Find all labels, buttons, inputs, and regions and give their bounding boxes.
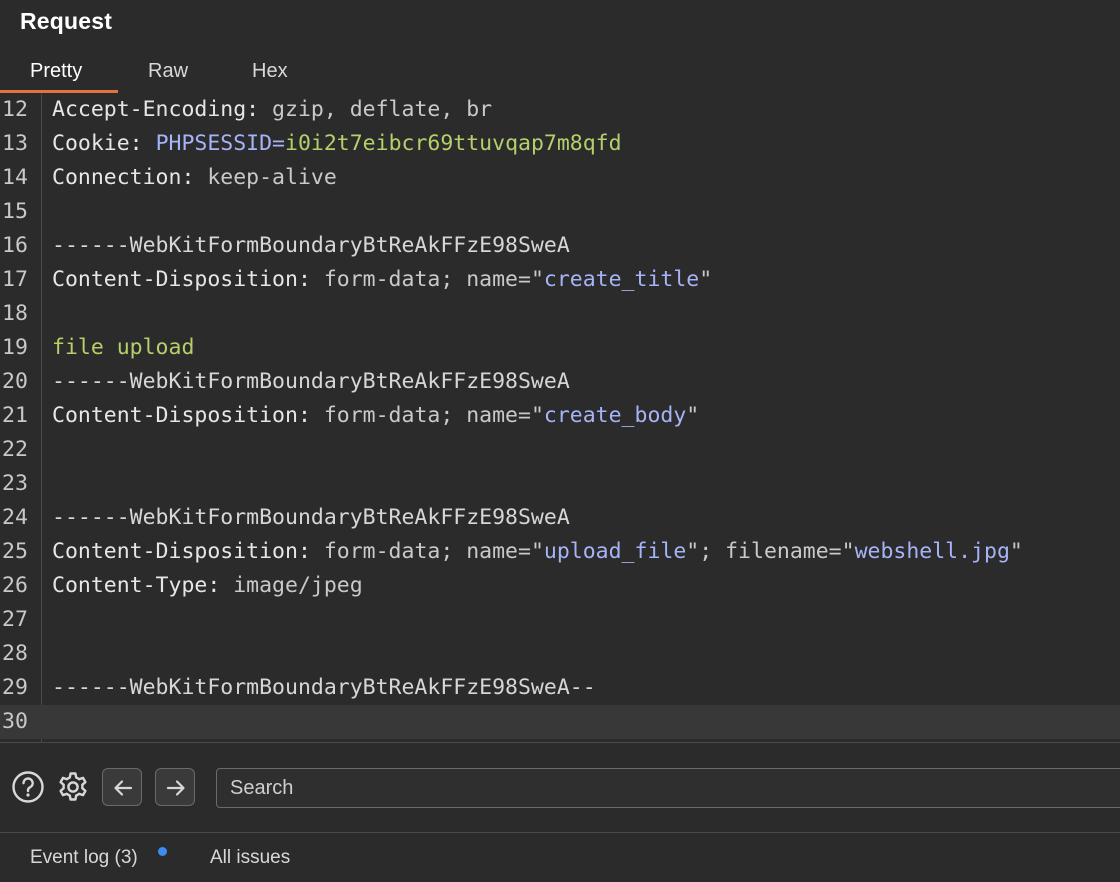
code-line[interactable]: 27	[0, 603, 1120, 637]
question-circle-icon[interactable]	[11, 770, 45, 804]
code-token: create_title	[543, 267, 700, 292]
line-number: 27	[2, 607, 28, 632]
line-number: 26	[2, 573, 28, 598]
code-line[interactable]: 16 ------WebKitFormBoundaryBtReAkFFzE98Sw…	[0, 229, 1120, 263]
notification-dot	[158, 847, 167, 856]
arrow-left-icon	[114, 780, 133, 796]
line-number: 14	[2, 165, 28, 190]
code-token: gzip, deflate, br	[259, 97, 493, 122]
line-number: 21	[2, 403, 28, 428]
line-number: 15	[2, 199, 28, 224]
code-token: Accept-Encoding:	[52, 97, 260, 122]
code-line[interactable]: 25 Content-Disposition: form-data; name="…	[0, 535, 1120, 569]
line-content: ------WebKitFormBoundaryBtReAkFFzE98SweA	[52, 501, 570, 535]
line-content: Content-Type: image/jpeg	[52, 569, 363, 603]
line-content: Content-Disposition: form-data; name="cr…	[52, 399, 699, 433]
code-token: "	[699, 267, 713, 292]
code-line[interactable]: 15	[0, 195, 1120, 229]
line-content: Accept-Encoding: gzip, deflate, br	[52, 94, 492, 127]
code-token: form-data; name="	[310, 403, 544, 428]
code-token: Cookie:	[52, 131, 143, 156]
search-input[interactable]	[216, 768, 1120, 808]
code-line[interactable]: 22	[0, 433, 1120, 467]
code-token: "	[686, 403, 700, 428]
arrow-right-icon	[166, 780, 185, 796]
tab-pretty[interactable]: Pretty	[30, 50, 82, 92]
line-content: ------WebKitFormBoundaryBtReAkFFzE98SweA…	[52, 671, 596, 705]
code-line[interactable]: 26 Content-Type: image/jpeg	[0, 569, 1120, 603]
panel-title: Request	[20, 8, 113, 34]
code-token: Content-Disposition:	[52, 267, 311, 292]
code-line[interactable]: 18	[0, 297, 1120, 331]
line-content: file upload	[52, 331, 194, 365]
line-number: 22	[2, 437, 28, 462]
code-token: form-data; name="	[310, 539, 544, 564]
line-number: 24	[2, 505, 28, 530]
code-line[interactable]: 14 Connection: keep-alive	[0, 161, 1120, 195]
code-token: ------WebKitFormBoundaryBtReAkFFzE98SweA	[52, 369, 570, 394]
code-token: Content-Disposition:	[52, 403, 311, 428]
line-number: 29	[2, 675, 28, 700]
line-content: Content-Disposition: form-data; name="cr…	[52, 263, 712, 297]
code-token: PHPSESSID=	[155, 131, 286, 156]
line-number: 13	[2, 131, 28, 156]
line-number: 25	[2, 539, 28, 564]
code-token: Content-Type:	[52, 573, 221, 598]
line-content: ------WebKitFormBoundaryBtReAkFFzE98SweA	[52, 365, 570, 399]
code-token: i0i2t7eibcr69ttuvqap7m8qfd	[285, 131, 622, 156]
tab-raw[interactable]: Raw	[148, 50, 188, 92]
code-token: create_body	[543, 403, 687, 428]
code-token: file upload	[52, 335, 195, 360]
line-number: 20	[2, 369, 28, 394]
code-token: "	[1009, 539, 1023, 564]
line-number: 30	[2, 709, 28, 734]
back-button[interactable]	[102, 768, 142, 806]
line-content: Content-Disposition: form-data; name="up…	[52, 535, 1023, 569]
code-line[interactable]: 17 Content-Disposition: form-data; name="…	[0, 263, 1120, 297]
code-line[interactable]: 21 Content-Disposition: form-data; name="…	[0, 399, 1120, 433]
line-number: 23	[2, 471, 28, 496]
code-line[interactable]: 20 ------WebKitFormBoundaryBtReAkFFzE98Sw…	[0, 365, 1120, 399]
code-token: keep-alive	[194, 165, 337, 190]
all-issues-link[interactable]: All issues	[210, 847, 290, 869]
code-line[interactable]: 24 ------WebKitFormBoundaryBtReAkFFzE98Sw…	[0, 501, 1120, 535]
line-number: 12	[2, 97, 28, 122]
code-token: Content-Disposition:	[52, 539, 311, 564]
code-token: "; filename="	[686, 539, 855, 564]
line-number: 28	[2, 641, 28, 666]
code-token: image/jpeg	[220, 573, 363, 598]
status-bar: Event log (3) All issues	[0, 832, 1120, 882]
line-number: 19	[2, 335, 28, 360]
tab-bar: Pretty Raw Hex	[0, 50, 1120, 95]
line-number: 18	[2, 301, 28, 326]
active-tab-indicator	[0, 90, 118, 93]
line-content: Connection: keep-alive	[52, 161, 337, 195]
event-log-link[interactable]: Event log (3)	[30, 847, 138, 869]
bottom-toolbar	[0, 742, 1120, 833]
code-token: ------WebKitFormBoundaryBtReAkFFzE98SweA	[52, 505, 570, 530]
code-token: Connection:	[52, 165, 195, 190]
code-line[interactable]: 12 Accept-Encoding: gzip, deflate, br	[0, 94, 1120, 127]
message-editor[interactable]: 12 Accept-Encoding: gzip, deflate, br 13 Co…	[0, 94, 1120, 742]
line-content: Cookie: PHPSESSID=i0i2t7eibcr69ttuvqap7m…	[52, 127, 622, 161]
code-line[interactable]: 19 file upload	[0, 331, 1120, 365]
code-token: webshell.jpg	[854, 539, 1010, 564]
code-line[interactable]: 29 ------WebKitFormBoundaryBtReAkFFzE98Sw…	[0, 671, 1120, 705]
code-token: ------WebKitFormBoundaryBtReAkFFzE98SweA	[52, 233, 570, 258]
gear-icon[interactable]	[56, 770, 90, 804]
code-token: form-data; name="	[310, 267, 544, 292]
code-line[interactable]: 13 Cookie: PHPSESSID=i0i2t7eibcr69ttuvqap…	[0, 127, 1120, 161]
line-number: 16	[2, 233, 28, 258]
tab-hex[interactable]: Hex	[252, 50, 288, 92]
line-content: ------WebKitFormBoundaryBtReAkFFzE98SweA	[52, 229, 570, 263]
code-line[interactable]: 30	[0, 705, 1120, 739]
request-panel: Request Pretty Raw Hex 12 Accept-Encoding…	[0, 0, 1120, 882]
code-line[interactable]: 28	[0, 637, 1120, 671]
line-number: 17	[2, 267, 28, 292]
code-token: upload_file	[543, 539, 687, 564]
code-line[interactable]: 23	[0, 467, 1120, 501]
code-token: ------WebKitFormBoundaryBtReAkFFzE98SweA…	[52, 675, 596, 700]
forward-button[interactable]	[155, 768, 195, 806]
